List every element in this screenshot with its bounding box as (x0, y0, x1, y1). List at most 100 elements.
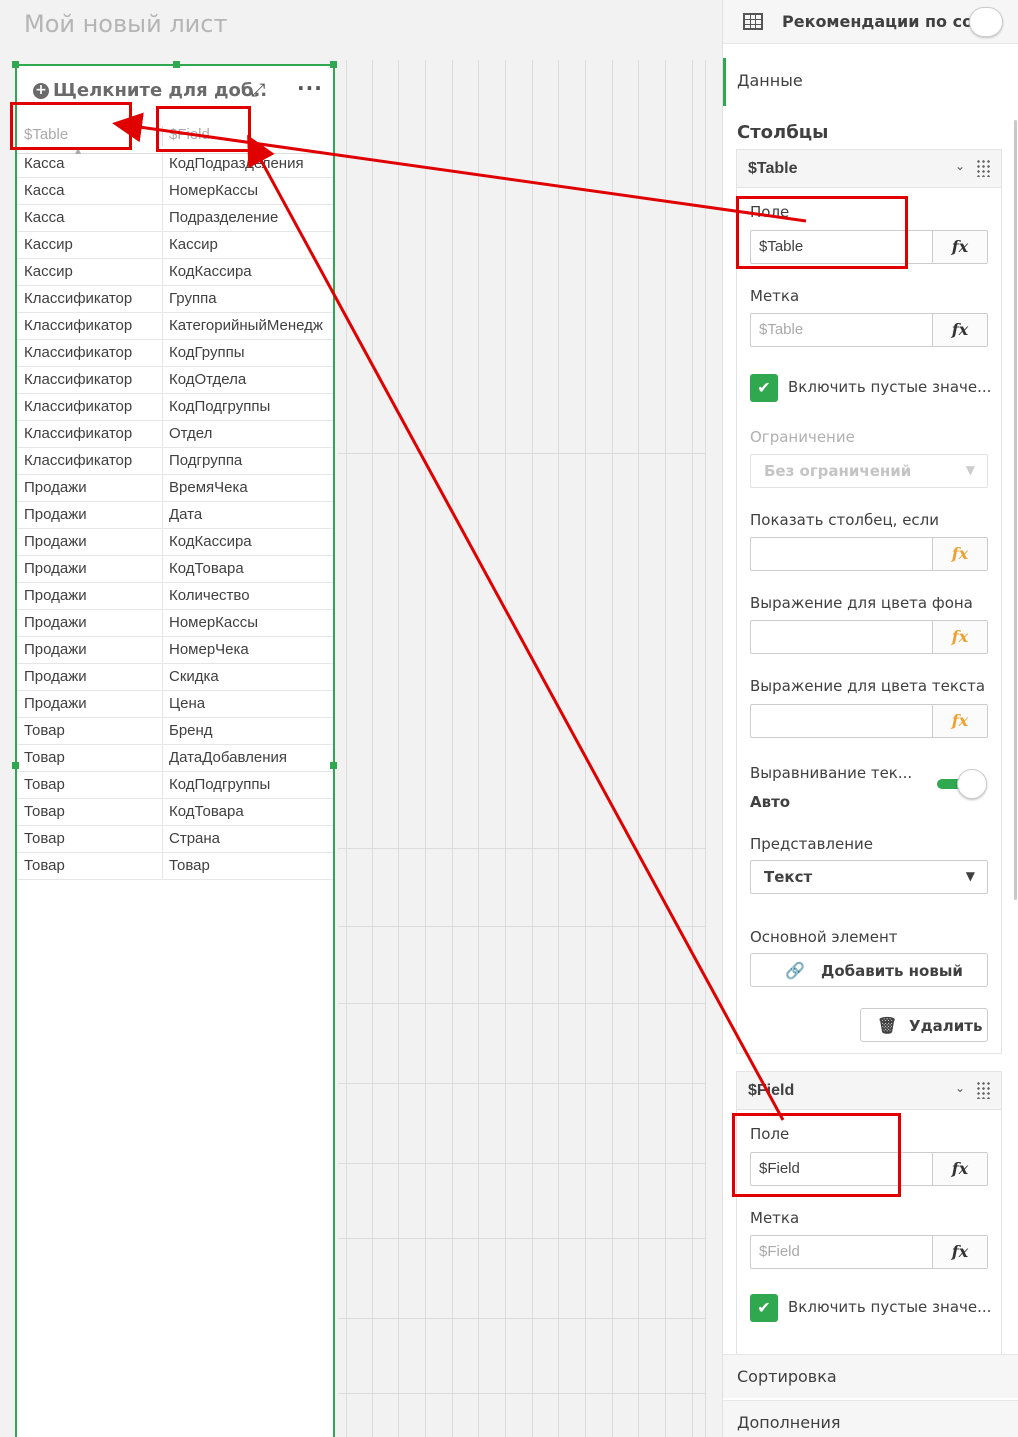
label-input[interactable]: $Table fx (750, 313, 988, 347)
cell-table[interactable]: Продажи (24, 695, 162, 712)
fx-button[interactable]: fx (932, 705, 987, 737)
table-row[interactable]: Касса КодПодразделения (17, 151, 333, 178)
fx-button[interactable]: fx (932, 538, 987, 570)
cell-table[interactable]: Продажи (24, 560, 162, 577)
table-row[interactable]: Товар КодПодгруппы (17, 772, 333, 799)
table-row[interactable]: Кассир Кассир (17, 232, 333, 259)
table-row[interactable]: Кассир КодКассира (17, 259, 333, 286)
table-row[interactable]: Товар ДатаДобавления (17, 745, 333, 772)
cell-field[interactable]: КодГруппы (169, 344, 335, 361)
text-align-toggle[interactable] (937, 769, 987, 799)
cell-field[interactable]: Дата (169, 506, 335, 523)
table-row[interactable]: Продажи Дата (17, 502, 333, 529)
table-object[interactable]: + Щелкните для доб.. ⤢ ··· $Table ⌕ ▲ $Fi… (12, 61, 337, 1437)
cell-table[interactable]: Касса (24, 155, 162, 172)
cell-field[interactable]: НомерКассы (169, 182, 335, 199)
tab-data[interactable]: Данные (723, 58, 1018, 106)
fx-button[interactable]: fx (932, 1236, 987, 1268)
cell-field[interactable]: НомерКассы (169, 614, 335, 631)
cell-table[interactable]: Классификатор (24, 452, 162, 469)
table-row[interactable]: Продажи Цена (17, 691, 333, 718)
table-row[interactable]: Классификатор КодОтдела (17, 367, 333, 394)
cell-table[interactable]: Классификатор (24, 317, 162, 334)
chevron-down-icon[interactable]: ⌄ (955, 159, 965, 173)
cell-table[interactable]: Классификатор (24, 425, 162, 442)
table-row[interactable]: Касса Подразделение (17, 205, 333, 232)
fx-button[interactable]: fx (932, 314, 987, 346)
cell-table[interactable]: Товар (24, 830, 162, 847)
column-card-header[interactable]: $Field ⌄ (737, 1072, 1001, 1110)
cell-table[interactable]: Товар (24, 857, 162, 874)
cell-field[interactable]: ДатаДобавления (169, 749, 335, 766)
table-row[interactable]: Классификатор Группа (17, 286, 333, 313)
table-row[interactable]: Продажи ВремяЧека (17, 475, 333, 502)
search-icon[interactable]: ⌕ (135, 126, 142, 141)
cell-field[interactable]: КодПодразделения (169, 155, 335, 172)
cell-field[interactable]: ВремяЧека (169, 479, 335, 496)
fx-button[interactable]: fx (932, 1153, 987, 1185)
table-row[interactable]: Продажи Скидка (17, 664, 333, 691)
cell-table[interactable]: Классификатор (24, 344, 162, 361)
table-row[interactable]: Продажи Количество (17, 583, 333, 610)
cell-table[interactable]: Классификатор (24, 398, 162, 415)
expand-icon[interactable]: ⤢ (251, 80, 265, 101)
table-row[interactable]: Продажи НомерЧека (17, 637, 333, 664)
cell-field[interactable]: Товар (169, 857, 335, 874)
sheet-title[interactable]: Мой новый лист (24, 10, 227, 38)
column-card-header[interactable]: $Table ⌄ (737, 150, 1001, 188)
representation-select[interactable]: Текст ▼ (750, 860, 988, 894)
cell-table[interactable]: Продажи (24, 614, 162, 631)
cell-table[interactable]: Товар (24, 722, 162, 739)
cell-table[interactable]: Товар (24, 803, 162, 820)
section-addons[interactable]: Дополнения (723, 1400, 1018, 1437)
label-input[interactable]: $Field fx (750, 1235, 988, 1269)
cell-table[interactable]: Товар (24, 749, 162, 766)
cell-field[interactable]: КодОтдела (169, 371, 335, 388)
panel-scrollbar[interactable] (1014, 120, 1017, 900)
table-row[interactable]: Товар Товар (17, 853, 333, 880)
fx-button[interactable]: fx (932, 231, 987, 263)
cell-field[interactable]: КодТовара (169, 560, 335, 577)
cell-table[interactable]: Продажи (24, 533, 162, 550)
cell-field[interactable]: КодКассира (169, 533, 335, 550)
cell-field[interactable]: Цена (169, 695, 335, 712)
cell-field[interactable]: Скидка (169, 668, 335, 685)
section-sorting[interactable]: Сортировка (723, 1354, 1018, 1398)
table-row[interactable]: Классификатор КодПодгруппы (17, 394, 333, 421)
cell-table[interactable]: Касса (24, 182, 162, 199)
table-row[interactable]: Касса НомерКассы (17, 178, 333, 205)
cell-table[interactable]: Классификатор (24, 290, 162, 307)
cell-field[interactable]: КодПодгруппы (169, 398, 335, 415)
object-title[interactable]: + Щелкните для доб.. (33, 80, 267, 101)
more-options-icon[interactable]: ··· (297, 76, 323, 100)
include-empty-checkbox[interactable]: ✔ (750, 1294, 778, 1322)
cell-table[interactable]: Продажи (24, 587, 162, 604)
table-row[interactable]: Товар КодТовара (17, 799, 333, 826)
table-row[interactable]: Товар Бренд (17, 718, 333, 745)
table-row[interactable]: Продажи НомерКассы (17, 610, 333, 637)
cell-field[interactable]: КодКассира (169, 263, 335, 280)
bg-color-expr-input[interactable]: fx (750, 620, 988, 654)
cell-field[interactable]: Отдел (169, 425, 335, 442)
cell-field[interactable]: Количество (169, 587, 335, 604)
recommendations-toggle[interactable] (969, 7, 1003, 37)
cell-field[interactable]: КодПодгруппы (169, 776, 335, 793)
cell-field[interactable]: Подгруппа (169, 452, 335, 469)
table-row[interactable]: Продажи КодТовара (17, 556, 333, 583)
cell-field[interactable]: НомерЧека (169, 641, 335, 658)
cell-field[interactable]: Группа (169, 290, 335, 307)
cell-table[interactable]: Продажи (24, 506, 162, 523)
cell-table[interactable]: Кассир (24, 263, 162, 280)
delete-button[interactable]: 🗑 Удалить (860, 1008, 988, 1042)
cell-table[interactable]: Продажи (24, 479, 162, 496)
cell-table[interactable]: Продажи (24, 641, 162, 658)
cell-table[interactable]: Товар (24, 776, 162, 793)
cell-table[interactable]: Кассир (24, 236, 162, 253)
table-row[interactable]: Классификатор Отдел (17, 421, 333, 448)
resize-handle[interactable] (173, 61, 180, 68)
cell-field[interactable]: Бренд (169, 722, 335, 739)
resize-handle[interactable] (330, 61, 337, 68)
cell-table[interactable]: Продажи (24, 668, 162, 685)
drag-handle-icon[interactable] (976, 159, 990, 177)
cell-field[interactable]: КодТовара (169, 803, 335, 820)
